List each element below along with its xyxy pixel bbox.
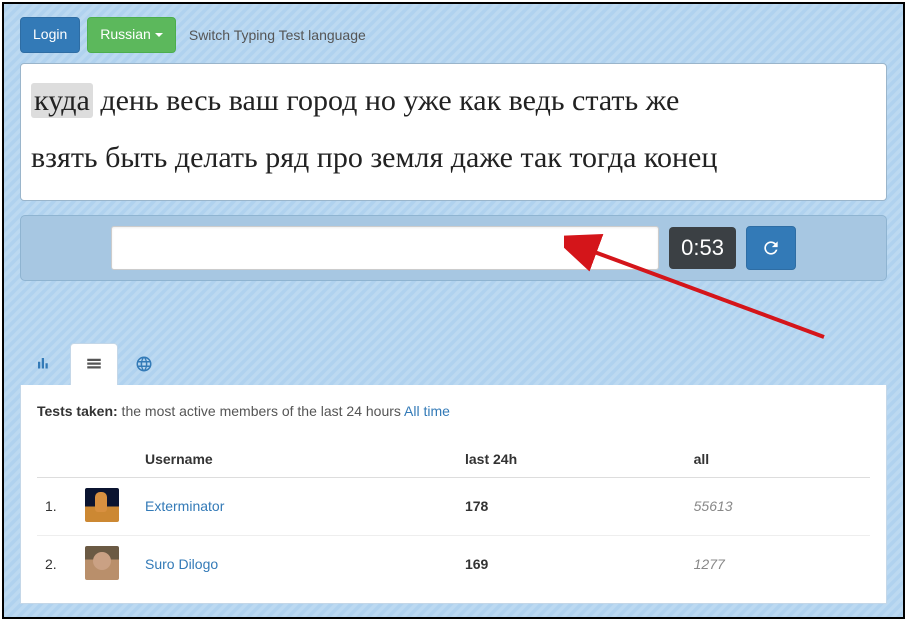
words-line-2: взять быть делать ряд про земля даже так… bbox=[31, 129, 876, 186]
username-link[interactable]: Suro Dilogo bbox=[145, 556, 218, 572]
username-link[interactable]: Exterminator bbox=[145, 498, 224, 514]
stats-panel: Tests taken: the most active members of … bbox=[20, 385, 887, 604]
col-all: all bbox=[686, 441, 870, 478]
refresh-icon bbox=[761, 238, 781, 258]
words-line-1: день весь ваш город но уже как ведь стат… bbox=[93, 84, 679, 117]
col-username: Username bbox=[137, 441, 457, 478]
list-icon bbox=[85, 355, 103, 373]
table-row: 1. Exterminator 178 55613 bbox=[37, 477, 870, 535]
typing-input-row: 0:53 bbox=[20, 215, 887, 281]
login-button[interactable]: Login bbox=[20, 17, 80, 53]
avatar[interactable] bbox=[85, 546, 119, 580]
current-word: куда bbox=[31, 83, 93, 118]
caret-down-icon bbox=[155, 33, 163, 37]
tests-taken-desc: the most active members of the last 24 h… bbox=[118, 403, 404, 419]
tests-taken-line: Tests taken: the most active members of … bbox=[37, 403, 870, 419]
switch-language-label: Switch Typing Test language bbox=[189, 27, 366, 43]
typing-input[interactable] bbox=[111, 226, 659, 270]
restart-button[interactable] bbox=[746, 226, 796, 270]
language-dropdown[interactable]: Russian bbox=[87, 17, 176, 53]
bar-chart-icon bbox=[35, 355, 53, 373]
rank-number: 1. bbox=[37, 477, 77, 535]
globe-icon bbox=[135, 355, 153, 373]
top-toolbar: Login Russian Switch Typing Test languag… bbox=[20, 4, 887, 63]
rank-number: 2. bbox=[37, 535, 77, 593]
last24-value: 169 bbox=[457, 535, 686, 593]
stats-tabs bbox=[20, 343, 887, 385]
all-value: 55613 bbox=[686, 477, 870, 535]
tab-list[interactable] bbox=[70, 343, 118, 385]
tab-chart[interactable] bbox=[20, 343, 68, 385]
timer-display: 0:53 bbox=[669, 227, 736, 269]
all-time-link[interactable]: All time bbox=[404, 403, 450, 419]
tests-taken-label: Tests taken: bbox=[37, 403, 118, 419]
avatar[interactable] bbox=[85, 488, 119, 522]
all-value: 1277 bbox=[686, 535, 870, 593]
language-label: Russian bbox=[100, 25, 151, 45]
ranking-table: Username last 24h all 1. Exterminator 17… bbox=[37, 441, 870, 593]
table-row: 2. Suro Dilogo 169 1277 bbox=[37, 535, 870, 593]
words-display: куда день весь ваш город но уже как ведь… bbox=[20, 63, 887, 201]
tab-globe[interactable] bbox=[120, 343, 168, 385]
last24-value: 178 bbox=[457, 477, 686, 535]
col-last24: last 24h bbox=[457, 441, 686, 478]
